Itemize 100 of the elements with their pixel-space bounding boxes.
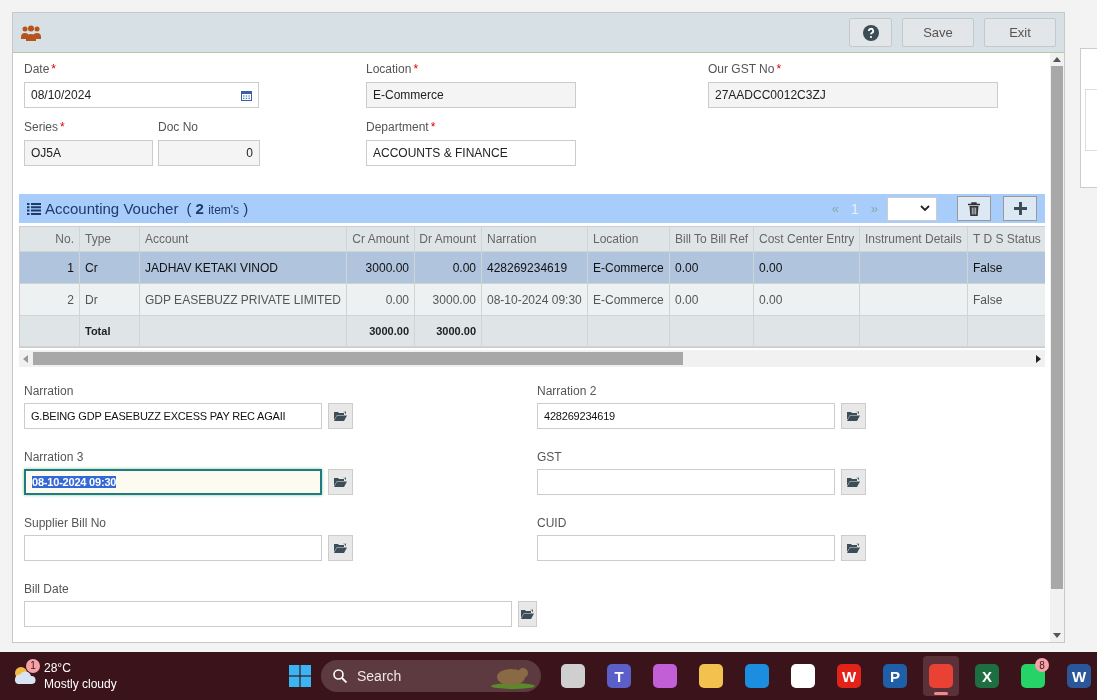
- folder-icon: [847, 477, 860, 487]
- field-label: Supplier Bill No: [24, 516, 108, 530]
- add-button[interactable]: [1003, 196, 1037, 221]
- field-label: GST: [537, 450, 563, 464]
- scroll-down-icon: [1053, 633, 1061, 638]
- folder-button[interactable]: [841, 535, 866, 561]
- text-field[interactable]: [537, 535, 835, 561]
- field-label: Narration: [24, 384, 75, 398]
- taskbar-app[interactable]: P: [877, 656, 913, 696]
- table-cell: 3000.00: [347, 252, 415, 284]
- windows-start-icon[interactable]: [289, 665, 311, 687]
- exit-button[interactable]: Exit: [984, 18, 1056, 47]
- doc-no-field[interactable]: 0: [158, 140, 260, 166]
- text-field[interactable]: 08-10-2024 09:30: [24, 469, 322, 495]
- column-header: Cost Center Entry: [754, 227, 860, 252]
- column-header: Narration: [482, 227, 588, 252]
- table-cell: 0.00: [670, 284, 754, 316]
- text-field[interactable]: [537, 469, 835, 495]
- folder-icon: [334, 543, 347, 553]
- required-asterisk: *: [60, 120, 65, 134]
- folder-button[interactable]: [841, 403, 866, 429]
- table-cell: 0.00: [415, 252, 482, 284]
- horizontal-scrollbar[interactable]: [19, 350, 1045, 367]
- column-header: Type: [80, 227, 140, 252]
- column-header: Instrument Details: [860, 227, 968, 252]
- notification-badge: 8: [1035, 658, 1049, 672]
- temperature: 28°C: [44, 660, 72, 676]
- delete-button[interactable]: [957, 196, 991, 221]
- vertical-scrollbar[interactable]: [1050, 53, 1064, 642]
- app-icon: W: [1067, 664, 1091, 688]
- table-cell: 2: [20, 284, 80, 316]
- app-icon: W: [837, 664, 861, 688]
- text-field[interactable]: [24, 535, 322, 561]
- calendar-icon: [241, 89, 252, 101]
- app-icon: [699, 664, 723, 688]
- app-icon: [561, 664, 585, 688]
- taskbar-app[interactable]: W: [1061, 656, 1097, 696]
- folder-button[interactable]: [328, 403, 353, 429]
- taskbar-app[interactable]: W: [831, 656, 867, 696]
- list-icon: [27, 202, 41, 215]
- text-field[interactable]: G.BEING GDP EASEBUZZ EXCESS PAY REC AGAII: [24, 403, 322, 429]
- app-icon: X: [975, 664, 999, 688]
- notification-badge: 1: [26, 658, 40, 673]
- folder-button[interactable]: [328, 535, 353, 561]
- folder-button[interactable]: [328, 469, 353, 495]
- app-icon: [929, 664, 953, 688]
- table-cell: 3000.00: [415, 284, 482, 316]
- column-header: Cr Amount: [347, 227, 415, 252]
- table-row[interactable]: 1 Cr JADHAV KETAKI VINOD 3000.00 0.00 428269234619 E-Commerce 0.00 0.00 False: [20, 252, 1045, 284]
- taskbar-search-field[interactable]: Search: [321, 660, 541, 692]
- text-field[interactable]: 428269234619: [537, 403, 835, 429]
- field-label: Narration 3: [24, 450, 85, 464]
- gst-no-field[interactable]: 27AADCC0012C3ZJ: [708, 82, 998, 108]
- help-button[interactable]: [849, 18, 892, 47]
- help-icon: [862, 24, 879, 41]
- folder-button[interactable]: [841, 469, 866, 495]
- folder-icon: [520, 609, 534, 619]
- column-header: T D S Status: [968, 227, 1045, 252]
- item-count: ( 2 item's ): [186, 200, 249, 217]
- field-label: Location: [366, 62, 412, 76]
- field-label: Our GST No: [708, 62, 775, 76]
- folder-icon: [334, 411, 347, 421]
- total-cr-amount: 3000.00: [347, 316, 415, 347]
- location-field[interactable]: E-Commerce: [366, 82, 576, 108]
- taskbar-app[interactable]: X: [969, 656, 1005, 696]
- save-button[interactable]: Save: [902, 18, 974, 47]
- table-cell: False: [968, 284, 1045, 316]
- folder-icon: [847, 543, 860, 553]
- field-label: Narration 2: [537, 384, 598, 398]
- column-header: No.: [20, 227, 80, 252]
- column-header: Account: [140, 227, 347, 252]
- taskbar-app[interactable]: T: [601, 656, 637, 696]
- app-icon: P: [883, 664, 907, 688]
- department-field[interactable]: ACCOUNTS & FINANCE: [366, 140, 576, 166]
- people-group-icon: [21, 24, 41, 41]
- series-field[interactable]: OJ5A: [24, 140, 153, 166]
- taskbar-app[interactable]: 8: [1015, 656, 1051, 696]
- scroll-left-icon: [23, 354, 29, 363]
- chevron-down-icon: [920, 205, 930, 212]
- plus-icon: [1013, 202, 1027, 215]
- required-asterisk: *: [51, 62, 57, 76]
- folder-button[interactable]: [517, 601, 537, 627]
- table-cell: 0.00: [754, 252, 860, 284]
- required-asterisk: *: [430, 120, 436, 134]
- table-row[interactable]: 2 Dr GDP EASEBUZZ PRIVATE LIMITED 0.00 3000.00 08-10-2024 09:30 E-Commerce 0.00 0.00 False: [20, 284, 1045, 316]
- column-header: Location: [588, 227, 670, 252]
- scroll-right-icon: [1035, 354, 1041, 363]
- total-label: Total: [80, 316, 140, 347]
- table-cell: Dr: [80, 284, 140, 316]
- date-field[interactable]: 08/10/2024: [24, 82, 259, 108]
- table-cell: 1: [20, 252, 80, 284]
- field-label: CUID: [537, 516, 568, 530]
- grid-title: Accounting Voucher: [45, 200, 179, 217]
- required-asterisk: *: [776, 62, 782, 76]
- field-label: Department: [366, 120, 429, 134]
- app-icon: [653, 664, 677, 688]
- table-cell: 0.00: [670, 252, 754, 284]
- text-field[interactable]: [24, 601, 512, 627]
- field-label: Date: [24, 62, 50, 76]
- folder-icon: [334, 477, 347, 487]
